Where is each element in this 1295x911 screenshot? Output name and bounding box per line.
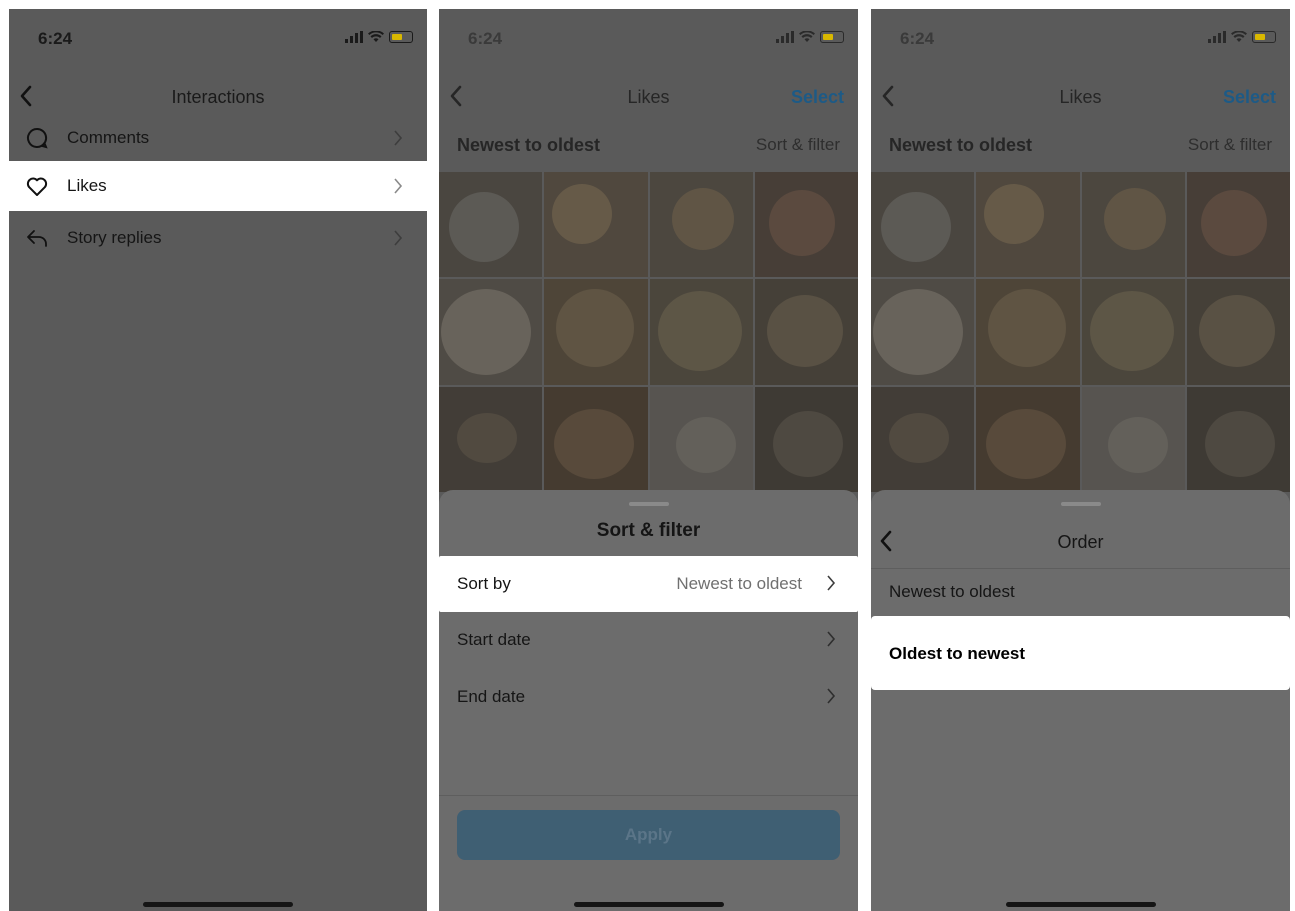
chevron-right-icon [394, 178, 403, 194]
sheet-title: Sort & filter [596, 520, 701, 541]
post-thumbnail[interactable] [754, 279, 858, 385]
post-thumbnail[interactable] [871, 279, 975, 385]
liked-posts-grid [439, 172, 858, 492]
interactions-screen: 6:24 Interactions Comments Likes Story r… [9, 9, 427, 911]
home-indicator[interactable] [573, 902, 724, 907]
post-thumbnail[interactable] [976, 386, 1080, 492]
cellular-signal-icon [1208, 31, 1226, 43]
select-button[interactable]: Select [791, 87, 844, 108]
reply-arrow-icon [27, 230, 47, 247]
post-thumbnail[interactable] [1186, 386, 1290, 492]
post-thumbnail[interactable] [439, 172, 543, 278]
sort-filter-button[interactable]: Sort & filter [1188, 135, 1272, 155]
post-thumbnail[interactable] [439, 386, 543, 492]
sort-by-row[interactable]: Sort by Newest to oldest [439, 556, 858, 612]
chevron-right-icon [827, 688, 836, 704]
post-thumbnail[interactable] [439, 279, 543, 385]
likes-order-screen: 6:24 Likes Select Newest to oldest Sort … [871, 9, 1290, 911]
row-value: Newest to oldest [676, 574, 802, 593]
status-bar: 6:24 [439, 9, 858, 69]
status-bar: 6:24 [871, 9, 1290, 69]
status-time: 6:24 [38, 29, 73, 48]
status-icons [1208, 31, 1276, 43]
post-thumbnail[interactable] [1186, 279, 1290, 385]
menu-item-label: Likes [67, 176, 107, 195]
status-time: 6:24 [900, 29, 935, 48]
cellular-signal-icon [776, 31, 794, 43]
status-icons [776, 31, 844, 43]
current-sort-label: Newest to oldest [889, 135, 1033, 155]
wifi-icon [799, 31, 815, 42]
sort-filter-sheet: Sort & filter Sort by Newest to oldest S… [439, 490, 858, 911]
wifi-icon [368, 31, 384, 42]
post-thumbnail[interactable] [544, 386, 648, 492]
menu-item-label: Comments [67, 128, 150, 147]
row-label: End date [457, 687, 526, 706]
nav-bar: Likes Select [871, 69, 1290, 121]
likes-sort-filter-screen: 6:24 Likes Select Newest to oldest Sort … [439, 9, 858, 911]
post-thumbnail[interactable] [754, 386, 858, 492]
post-thumbnail[interactable] [1081, 279, 1185, 385]
order-option-newest[interactable]: Newest to oldest [871, 568, 1290, 616]
status-bar: 6:24 [9, 9, 427, 69]
home-indicator[interactable] [143, 902, 293, 907]
start-date-row[interactable]: Start date [439, 612, 858, 668]
chevron-right-icon [394, 230, 403, 246]
sheet-grabber[interactable] [628, 502, 669, 506]
post-thumbnail[interactable] [649, 386, 753, 492]
current-sort-label: Newest to oldest [457, 135, 601, 155]
menu-item-story-replies[interactable]: Story replies [9, 213, 427, 263]
chevron-right-icon [394, 130, 403, 146]
battery-icon [1252, 31, 1276, 43]
battery-icon [820, 31, 844, 43]
row-label: Start date [457, 630, 531, 649]
home-indicator[interactable] [1005, 902, 1156, 907]
post-thumbnail[interactable] [649, 279, 753, 385]
chevron-right-icon [827, 575, 836, 591]
page-title: Interactions [171, 87, 265, 107]
apply-button[interactable]: Apply [457, 810, 840, 860]
post-thumbnail[interactable] [976, 172, 1080, 278]
select-button[interactable]: Select [1223, 87, 1276, 108]
order-option-oldest[interactable]: Oldest to newest [871, 616, 1290, 690]
cellular-signal-icon [345, 31, 363, 43]
sheet-grabber[interactable] [1060, 502, 1101, 506]
menu-item-likes[interactable]: Likes [9, 161, 427, 211]
post-thumbnail[interactable] [1081, 386, 1185, 492]
nav-bar: Likes Select [439, 69, 858, 121]
status-icons [345, 31, 413, 43]
battery-icon [389, 31, 413, 43]
menu-item-label: Story replies [67, 228, 162, 247]
comment-bubble-icon [27, 127, 48, 149]
sort-bar: Newest to oldest Sort & filter [439, 121, 858, 171]
post-thumbnail[interactable] [544, 279, 648, 385]
status-time: 6:24 [468, 29, 503, 48]
sort-filter-button[interactable]: Sort & filter [756, 135, 840, 155]
row-label: Sort by [457, 574, 511, 593]
option-label: Oldest to newest [889, 644, 1026, 663]
post-thumbnail[interactable] [649, 172, 753, 278]
order-sheet: Order Newest to oldest Oldest to newest [871, 490, 1290, 911]
liked-posts-grid [871, 172, 1290, 492]
post-thumbnail[interactable] [544, 172, 648, 278]
post-thumbnail[interactable] [976, 279, 1080, 385]
chevron-right-icon [827, 631, 836, 647]
wifi-icon [1231, 31, 1247, 42]
end-date-row[interactable]: End date [439, 669, 858, 725]
sort-bar: Newest to oldest Sort & filter [871, 121, 1290, 171]
post-thumbnail[interactable] [1081, 172, 1185, 278]
post-thumbnail[interactable] [754, 172, 858, 278]
post-thumbnail[interactable] [1186, 172, 1290, 278]
sheet-title: Order [1057, 532, 1104, 552]
divider [439, 795, 858, 796]
option-label: Newest to oldest [889, 582, 1015, 601]
heart-icon [26, 177, 48, 196]
post-thumbnail[interactable] [871, 172, 975, 278]
post-thumbnail[interactable] [871, 386, 975, 492]
menu-item-comments[interactable]: Comments [9, 113, 427, 163]
